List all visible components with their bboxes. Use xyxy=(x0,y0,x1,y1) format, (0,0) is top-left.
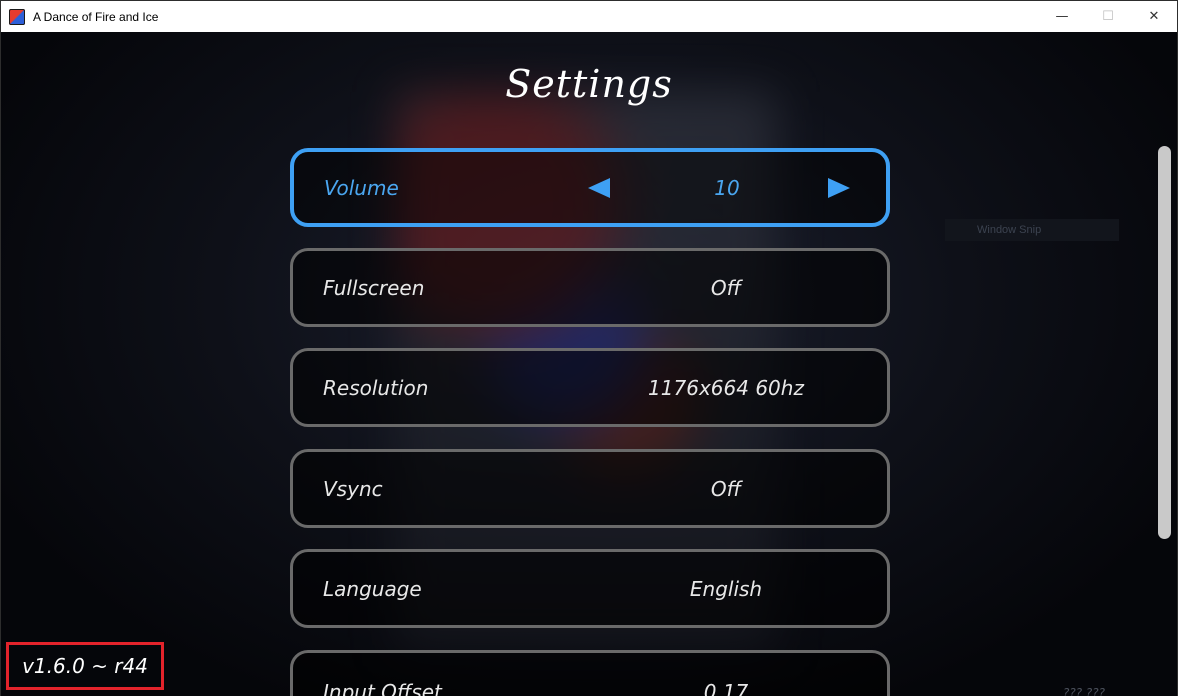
scrollbar[interactable] xyxy=(1158,146,1171,539)
game-area: Window Snip Settings Volume 10 Fullscree… xyxy=(1,32,1177,696)
minimize-button[interactable]: — xyxy=(1039,1,1085,32)
arrow-left-icon[interactable] xyxy=(588,177,610,198)
setting-value: English xyxy=(689,576,763,601)
maximize-button[interactable]: ☐ xyxy=(1085,1,1131,32)
setting-value: Off xyxy=(710,275,742,300)
setting-row-input-offset[interactable]: Input Offset 0.17 xyxy=(290,650,890,696)
setting-label: Language xyxy=(323,576,422,601)
setting-value: 0.17 xyxy=(703,680,749,696)
setting-row-fullscreen[interactable]: Fullscreen Off xyxy=(290,248,890,327)
setting-label: Fullscreen xyxy=(323,275,425,300)
setting-value: Off xyxy=(710,476,742,501)
window-controls: — ☐ ✕ xyxy=(1039,1,1177,32)
setting-label: Input Offset xyxy=(323,680,442,696)
app-icon xyxy=(9,8,25,25)
ghost-snip-label: Window Snip xyxy=(945,219,1119,241)
setting-label: Vsync xyxy=(323,476,383,501)
setting-row-vsync[interactable]: Vsync Off xyxy=(290,449,890,528)
setting-value: 10 xyxy=(714,175,740,200)
game-window: A Dance of Fire and Ice — ☐ ✕ Window Sni… xyxy=(0,0,1178,696)
setting-value: 1176x664 60hz xyxy=(648,375,804,400)
setting-row-language[interactable]: Language English xyxy=(290,549,890,628)
arrow-right-icon[interactable] xyxy=(828,177,850,198)
title-bar[interactable]: A Dance of Fire and Ice — ☐ ✕ xyxy=(1,1,1177,32)
close-button[interactable]: ✕ xyxy=(1131,1,1177,32)
setting-row-volume[interactable]: Volume 10 xyxy=(290,148,890,227)
page-title: Settings xyxy=(505,62,673,106)
setting-label: Resolution xyxy=(323,375,429,400)
version-label: v1.6.0 ~ r44 xyxy=(6,642,164,690)
setting-row-resolution[interactable]: Resolution 1176x664 60hz xyxy=(290,348,890,427)
corner-text: ??? ??? xyxy=(1063,686,1106,696)
setting-label: Volume xyxy=(324,175,399,200)
window-title: A Dance of Fire and Ice xyxy=(33,9,159,24)
